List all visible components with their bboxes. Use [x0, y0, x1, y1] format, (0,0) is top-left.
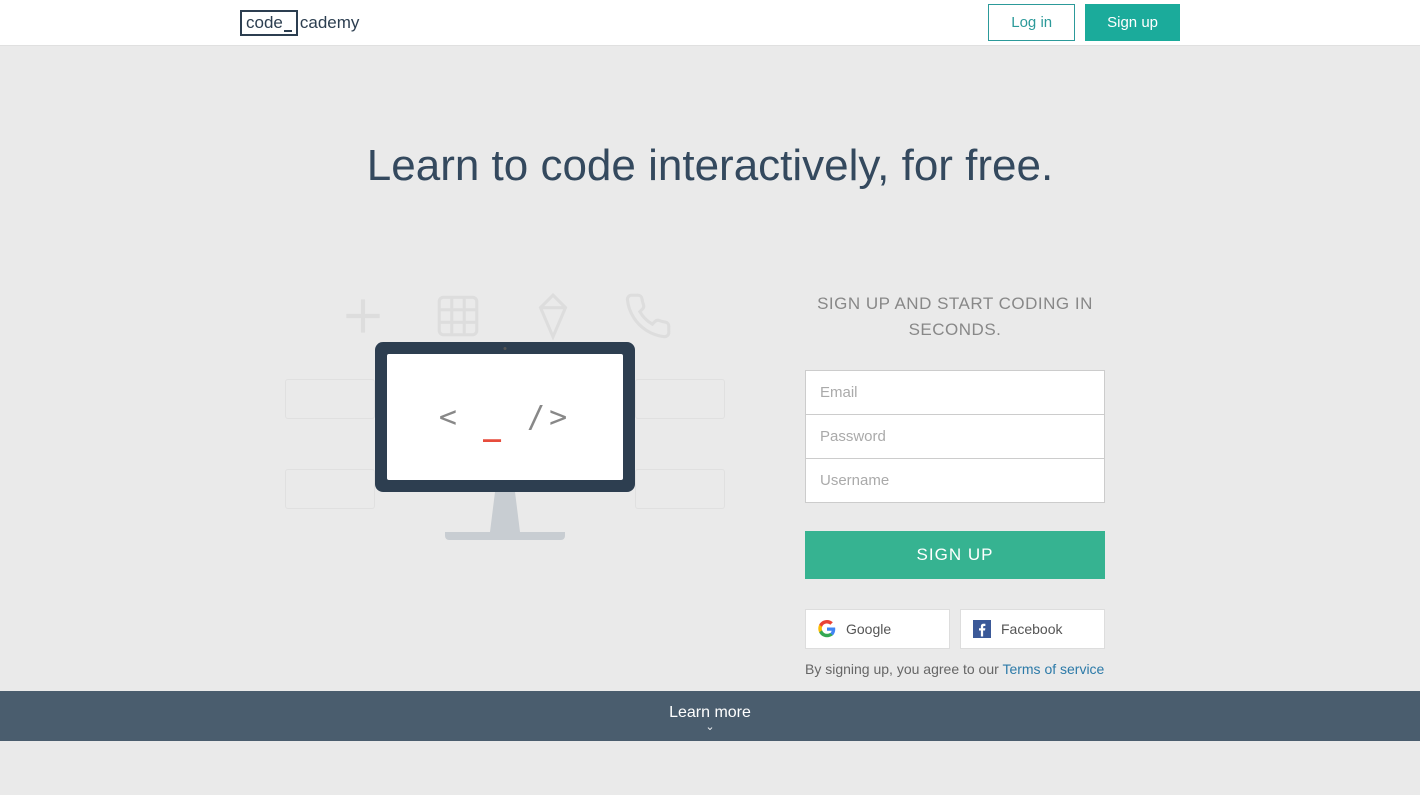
hero-title: Learn to code interactively, for free. [0, 141, 1420, 191]
terms-prefix: By signing up, you agree to our [805, 661, 1002, 677]
username-field[interactable] [805, 459, 1105, 503]
facebook-signup-button[interactable]: Facebook [960, 609, 1105, 649]
monitor-graphic: < _ /> [375, 342, 635, 540]
underscore-icon [284, 30, 292, 32]
google-label: Google [846, 621, 891, 637]
phone-icon [623, 291, 673, 341]
logo[interactable]: code cademy [240, 10, 359, 36]
content-row: < _ /> SIGN UP AND START CODING IN SECON… [0, 291, 1420, 677]
grid-icon [433, 291, 483, 341]
illustration: < _ /> [315, 291, 695, 591]
google-signup-button[interactable]: Google [805, 609, 950, 649]
login-button[interactable]: Log in [988, 4, 1075, 41]
bg-box [635, 469, 725, 509]
signup-button[interactable]: Sign up [1085, 4, 1180, 41]
logo-part1: code [246, 13, 283, 32]
plus-icon [338, 291, 388, 341]
facebook-icon [973, 620, 991, 638]
facebook-label: Facebook [1001, 621, 1062, 637]
header: code cademy Log in Sign up [0, 0, 1420, 46]
email-field[interactable] [805, 370, 1105, 415]
terms-text: By signing up, you agree to our Terms of… [805, 661, 1105, 677]
learn-more-label: Learn more [0, 704, 1420, 722]
signup-submit-button[interactable]: SIGN UP [805, 531, 1105, 579]
google-icon [818, 620, 836, 638]
monitor-screen: < _ /> [387, 354, 623, 480]
chevron-down-icon: ⌄ [0, 722, 1420, 733]
social-row: Google Facebook [805, 609, 1105, 649]
signup-heading: SIGN UP AND START CODING IN SECONDS. [805, 291, 1105, 342]
diamond-icon [528, 291, 578, 341]
terms-link[interactable]: Terms of service [1002, 661, 1104, 677]
bg-box [635, 379, 725, 419]
password-field[interactable] [805, 415, 1105, 459]
signup-panel: SIGN UP AND START CODING IN SECONDS. SIG… [805, 291, 1105, 677]
bg-box [285, 469, 375, 509]
header-buttons: Log in Sign up [988, 4, 1180, 41]
hero-section: Learn to code interactively, for free. [0, 46, 1420, 741]
logo-part2: cademy [300, 13, 360, 33]
bg-box [285, 379, 375, 419]
learn-more-bar[interactable]: Learn more ⌄ [0, 691, 1420, 741]
